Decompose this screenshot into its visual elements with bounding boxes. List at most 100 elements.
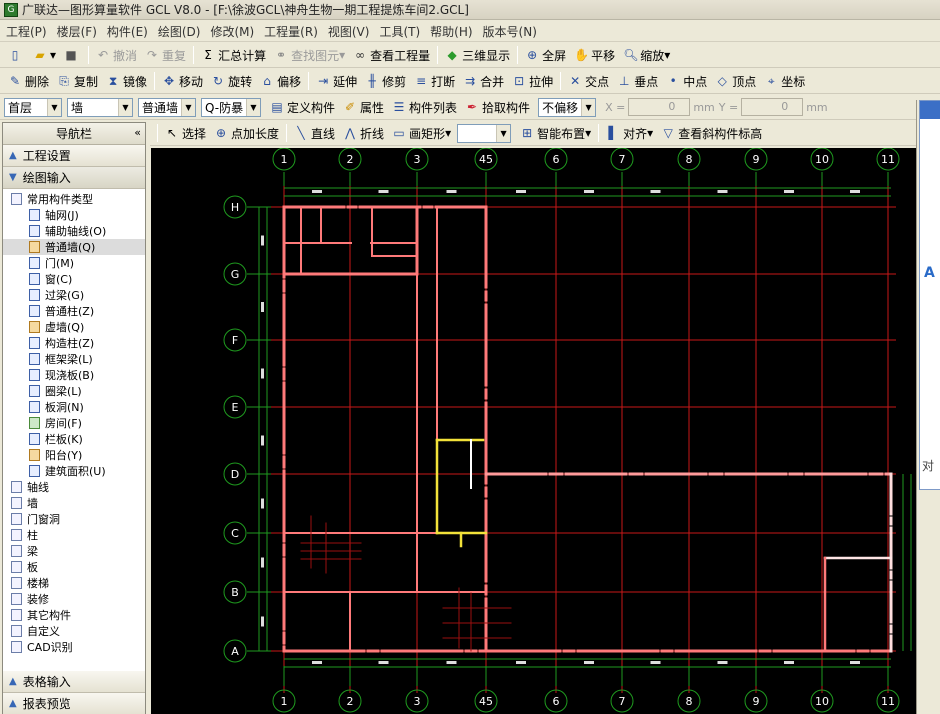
- align-button[interactable]: ▌ 对齐 ▾: [602, 122, 657, 144]
- undo-button[interactable]: ↶ 撤消: [92, 44, 141, 66]
- polyline-button[interactable]: ⋀ 折线: [339, 122, 388, 144]
- tree-item-label: 现浇板(B): [45, 369, 95, 382]
- tree-item-door[interactable]: 门(M): [3, 255, 145, 271]
- point-length-button[interactable]: ⊕ 点加长度: [210, 122, 283, 144]
- tree-item-ring-beam[interactable]: 圈梁(L): [3, 383, 145, 399]
- move-button[interactable]: ✥ 移动: [158, 70, 207, 92]
- member-list-button[interactable]: ☰ 构件列表: [388, 96, 461, 118]
- new-button[interactable]: ▯: [4, 44, 29, 66]
- tree-item-column[interactable]: 普通柱(Z): [3, 303, 145, 319]
- tree-item-frame-beam[interactable]: 框架梁(L): [3, 351, 145, 367]
- offset-mode-select[interactable]: 不偏移 ▼: [538, 97, 597, 117]
- member-select[interactable]: Q-防暴 ▼: [201, 97, 261, 117]
- collapse-icon[interactable]: «: [134, 126, 141, 139]
- tree-group-finishing[interactable]: 装修: [3, 591, 145, 607]
- dimension-text: [850, 661, 860, 664]
- pick-member-button[interactable]: ✒ 拾取构件: [461, 96, 534, 118]
- nav-bottom: ▲ 表格输入 ▲ 报表预览: [3, 671, 145, 714]
- snap-perp-button[interactable]: ⊥ 垂点: [613, 70, 662, 92]
- nav-report-preview[interactable]: ▲ 报表预览: [3, 693, 145, 714]
- tree-item-virtual-wall[interactable]: 虚墙(Q): [3, 319, 145, 335]
- sum-calc-button[interactable]: Σ 汇总计算: [197, 44, 270, 66]
- property-panel[interactable]: A 对: [919, 100, 940, 490]
- tree-group-beam[interactable]: 梁: [3, 543, 145, 559]
- define-member-button[interactable]: ▤ 定义构件: [266, 96, 339, 118]
- tree-item-aux-axis[interactable]: 辅助轴线(O): [3, 223, 145, 239]
- tree-group-column[interactable]: 柱: [3, 527, 145, 543]
- y-offset-input[interactable]: 0: [741, 98, 804, 116]
- stretch-button[interactable]: ⊡ 拉伸: [508, 70, 557, 92]
- delete-button[interactable]: ✎ 删除: [4, 70, 53, 92]
- mirror-button[interactable]: ⧗ 镜像: [102, 70, 151, 92]
- tree-group-slab[interactable]: 板: [3, 559, 145, 575]
- tree-group-openings[interactable]: 门窗洞: [3, 511, 145, 527]
- nav-table-input[interactable]: ▲ 表格输入: [3, 671, 145, 693]
- axis-label-y: D: [231, 468, 239, 481]
- tree-item-struct-column[interactable]: 构造柱(Z): [3, 335, 145, 351]
- tree-group-stairs[interactable]: 楼梯: [3, 575, 145, 591]
- offset-button[interactable]: ⌂ 偏移: [256, 70, 305, 92]
- tree-item-room[interactable]: 房间(F): [3, 415, 145, 431]
- menu-floor[interactable]: 楼层(F): [57, 23, 97, 40]
- menu-project[interactable]: 工程(P): [6, 23, 47, 40]
- tree-item-building-area[interactable]: 建筑面积(U): [3, 463, 145, 479]
- member-type-select[interactable]: 墙 ▼: [67, 97, 133, 117]
- tree-group-common[interactable]: 常用构件类型: [3, 191, 145, 207]
- hand-icon: ✋: [574, 48, 590, 62]
- merge-button[interactable]: ⇉ 合并: [459, 70, 508, 92]
- menu-modify[interactable]: 修改(M): [210, 23, 254, 40]
- tree-group-cad[interactable]: CAD识别: [3, 639, 145, 655]
- tree-group-other[interactable]: 其它构件: [3, 607, 145, 623]
- extend-button[interactable]: ⇥ 延伸: [312, 70, 361, 92]
- nav-draw-input[interactable]: ▼ 绘图输入: [3, 167, 145, 189]
- fullscreen-button[interactable]: ⊕ 全屏: [521, 44, 570, 66]
- shape-select[interactable]: ▼: [457, 123, 512, 143]
- menu-draw[interactable]: 绘图(D): [158, 23, 201, 40]
- rotate-button[interactable]: ↻ 旋转: [207, 70, 256, 92]
- snap-intersect-button[interactable]: ✕ 交点: [564, 70, 613, 92]
- tree-item-slab[interactable]: 现浇板(B): [3, 367, 145, 383]
- tree-item-slab-hole[interactable]: 板洞(N): [3, 399, 145, 415]
- floor-select[interactable]: 首层 ▼: [4, 97, 62, 117]
- nav-project-settings[interactable]: ▲ 工程设置: [3, 145, 145, 167]
- menu-version[interactable]: 版本号(N): [483, 23, 537, 40]
- tree-item-railing[interactable]: 栏板(K): [3, 431, 145, 447]
- menu-help[interactable]: 帮助(H): [430, 23, 472, 40]
- menu-view[interactable]: 视图(V): [328, 23, 370, 40]
- drawing-canvas[interactable]: 1 1 2 2 3 3 45 45 6 6 7 7 8 8 9 9 10 10 11 11 H G F E D C B A: [151, 148, 916, 714]
- save-button[interactable]: ■: [60, 44, 85, 66]
- rect-button[interactable]: ▭ 画矩形 ▾: [388, 122, 455, 144]
- tree-item-axis-grid[interactable]: 轴网(J): [3, 207, 145, 223]
- member-subtype-select[interactable]: 普通墙 ▼: [138, 97, 196, 117]
- open-button[interactable]: ▰ ▾: [29, 44, 60, 66]
- three-d-button[interactable]: ◆ 三维显示: [441, 44, 514, 66]
- smart-layout-button[interactable]: ⊞ 智能布置 ▾: [516, 122, 595, 144]
- tree-group-axis[interactable]: 轴线: [3, 479, 145, 495]
- undo-icon: ↶: [98, 48, 109, 62]
- tree-item-lintel[interactable]: 过梁(G): [3, 287, 145, 303]
- trim-button[interactable]: ╫ 修剪: [361, 70, 410, 92]
- snap-coord-button[interactable]: ⌖ 坐标: [760, 70, 809, 92]
- menu-tools[interactable]: 工具(T): [379, 23, 420, 40]
- snap-vertex-button[interactable]: ◇ 顶点: [711, 70, 760, 92]
- menu-quantity[interactable]: 工程量(R): [264, 23, 318, 40]
- menu-member[interactable]: 构件(E): [107, 23, 148, 40]
- view-quantity-button[interactable]: ∞ 查看工程量: [349, 44, 434, 66]
- snap-mid-button[interactable]: • 中点: [662, 70, 711, 92]
- line-button[interactable]: ╲ 直线: [290, 122, 339, 144]
- tree-item-wall[interactable]: 普通墙(Q): [3, 239, 145, 255]
- tree-group-wall[interactable]: 墙: [3, 495, 145, 511]
- tree-group-custom[interactable]: 自定义: [3, 623, 145, 639]
- tree-item-balcony[interactable]: 阳台(Y): [3, 447, 145, 463]
- zoom-button[interactable]: 🔍︎ 缩放 ▾: [619, 44, 674, 66]
- view-slope-button[interactable]: ▽ 查看斜构件标高: [657, 122, 766, 144]
- redo-button[interactable]: ↷ 重复: [141, 44, 190, 66]
- pan-button[interactable]: ✋ 平移: [570, 44, 619, 66]
- x-offset-input[interactable]: 0: [628, 98, 691, 116]
- properties-button[interactable]: ✐ 属性: [339, 96, 388, 118]
- break-button[interactable]: ≡ 打断: [410, 70, 459, 92]
- select-button[interactable]: ↖ 选择: [161, 122, 210, 144]
- copy-button[interactable]: ⎘ 复制: [53, 70, 102, 92]
- find-element-button[interactable]: ⚭ 查找图元 ▾: [270, 44, 349, 66]
- tree-item-window[interactable]: 窗(C): [3, 271, 145, 287]
